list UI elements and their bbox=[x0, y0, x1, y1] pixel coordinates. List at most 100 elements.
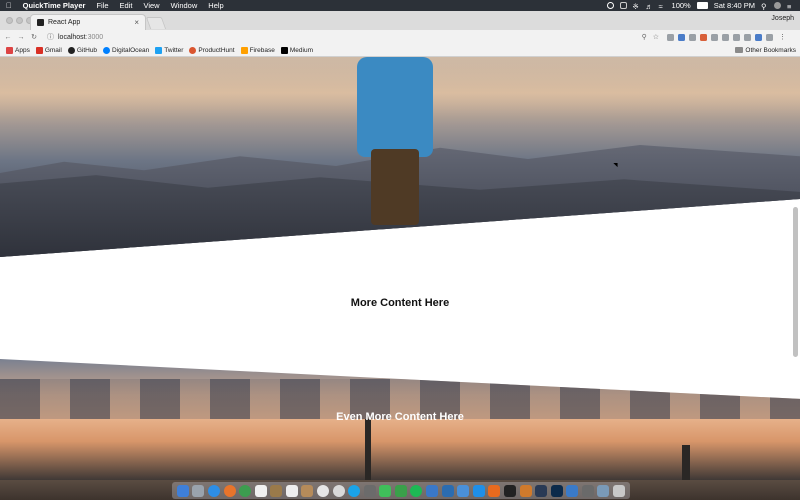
bookmark-gmail[interactable]: Gmail bbox=[35, 46, 62, 54]
menu-window[interactable]: Window bbox=[171, 1, 198, 10]
extension-icon[interactable] bbox=[755, 33, 762, 41]
profile-name[interactable]: Joseph bbox=[771, 15, 794, 22]
apple-icon[interactable]:  bbox=[6, 1, 12, 10]
battery-percent: 100% bbox=[671, 1, 691, 10]
contacts-icon[interactable] bbox=[301, 484, 314, 497]
extension-icon[interactable] bbox=[689, 33, 696, 41]
twitter-icon bbox=[155, 46, 163, 54]
even-more-content-heading: Even More Content Here bbox=[336, 411, 464, 423]
bookmark-apps[interactable]: Apps bbox=[6, 46, 30, 54]
spotlight-icon[interactable]: ⚲ bbox=[761, 2, 768, 11]
bookmarks-bar: Apps Gmail GitHub DigitalOcean Twitter P… bbox=[0, 44, 800, 57]
tower-silhouette bbox=[365, 419, 371, 480]
menu-view[interactable]: View bbox=[143, 1, 159, 10]
volume-icon[interactable]: ♬ bbox=[646, 2, 654, 11]
launchpad-icon[interactable] bbox=[192, 484, 205, 497]
finder-icon[interactable] bbox=[176, 484, 189, 497]
hero-mountain-image bbox=[0, 57, 800, 257]
skype-icon[interactable] bbox=[348, 484, 361, 497]
messages-icon[interactable] bbox=[379, 484, 392, 497]
menu-help[interactable]: Help bbox=[208, 1, 223, 10]
extension-icon[interactable] bbox=[744, 33, 751, 41]
notification-center-icon[interactable]: ≡ bbox=[787, 2, 794, 11]
menu-clock[interactable]: Sat 8:40 PM bbox=[714, 1, 755, 10]
back-arrow-icon[interactable]: ← bbox=[3, 34, 13, 41]
spotify-icon[interactable] bbox=[410, 484, 423, 497]
xcode-icon[interactable] bbox=[426, 484, 439, 497]
record-icon[interactable] bbox=[606, 2, 614, 9]
page-info-icon[interactable]: ⓘ bbox=[47, 32, 54, 42]
window-minimize-button[interactable] bbox=[16, 17, 23, 24]
tab-close-icon[interactable]: × bbox=[134, 18, 139, 27]
app-icon[interactable] bbox=[519, 484, 532, 497]
browser-toolbar: ← → ↻ ⓘ localhost :3000 ⚲ ☆ ⋮ bbox=[0, 30, 800, 44]
wifi-icon[interactable]: ≈ bbox=[659, 2, 666, 11]
tab-title: React App bbox=[48, 19, 81, 26]
extension-icon[interactable] bbox=[667, 33, 674, 41]
menu-file[interactable]: File bbox=[96, 1, 108, 10]
reminders-icon[interactable] bbox=[285, 484, 298, 497]
bluetooth-icon[interactable]: ※ bbox=[633, 2, 640, 11]
reload-icon[interactable]: ↻ bbox=[29, 33, 39, 41]
trash-icon[interactable] bbox=[612, 484, 625, 497]
safari-icon[interactable] bbox=[207, 484, 220, 497]
react-favicon-icon bbox=[37, 19, 44, 26]
menu-edit[interactable]: Edit bbox=[120, 1, 133, 10]
forward-arrow-icon[interactable]: → bbox=[16, 34, 26, 41]
chrome-icon[interactable] bbox=[239, 484, 252, 497]
extension-icons: ⋮ bbox=[667, 33, 786, 41]
photoshop-icon[interactable] bbox=[550, 484, 563, 497]
extension-icon[interactable] bbox=[766, 33, 773, 41]
terminal-icon[interactable] bbox=[503, 484, 516, 497]
bookmark-digitalocean[interactable]: DigitalOcean bbox=[103, 46, 149, 54]
quicktime-icon[interactable] bbox=[581, 484, 594, 497]
app-icon[interactable] bbox=[363, 484, 376, 497]
battery-icon[interactable] bbox=[696, 2, 708, 9]
gmail-icon bbox=[35, 46, 43, 54]
extension-icon[interactable] bbox=[700, 33, 707, 41]
chrome-menu-icon[interactable]: ⋮ bbox=[779, 33, 786, 41]
app-menu-quicktime[interactable]: QuickTime Player bbox=[23, 1, 86, 10]
itunes-icon[interactable] bbox=[332, 484, 345, 497]
photos-icon[interactable] bbox=[316, 484, 329, 497]
extension-icon[interactable] bbox=[722, 33, 729, 41]
dock-shelf bbox=[172, 482, 630, 499]
extension-icon[interactable] bbox=[733, 33, 740, 41]
bookmark-firebase[interactable]: Firebase bbox=[240, 46, 275, 54]
mac-menu-bar:  QuickTime Player File Edit View Window… bbox=[0, 0, 800, 11]
bookmark-star-icon[interactable]: ☆ bbox=[653, 33, 659, 41]
user-avatar-icon[interactable] bbox=[774, 2, 781, 9]
app-store-icon[interactable] bbox=[472, 484, 485, 497]
address-bar[interactable]: ⓘ localhost :3000 ⚲ ☆ bbox=[47, 31, 659, 43]
app-icon[interactable] bbox=[488, 484, 501, 497]
search-icon[interactable]: ⚲ bbox=[642, 33, 647, 41]
bookmark-twitter[interactable]: Twitter bbox=[155, 46, 183, 54]
tab-react-app[interactable]: React App × bbox=[30, 14, 146, 30]
app-icon[interactable] bbox=[566, 484, 579, 497]
new-tab-button[interactable] bbox=[145, 17, 167, 29]
facetime-icon[interactable] bbox=[394, 484, 407, 497]
menu-status-area: ※ ♬ ≈ 100% Sat 8:40 PM ⚲ ≡ bbox=[606, 1, 794, 11]
notes-icon[interactable] bbox=[270, 484, 283, 497]
bookmark-medium[interactable]: Medium bbox=[280, 46, 313, 54]
hero-person-figure bbox=[355, 57, 435, 227]
window-close-button[interactable] bbox=[6, 17, 13, 24]
firefox-icon[interactable] bbox=[223, 484, 236, 497]
calendar-icon[interactable] bbox=[254, 484, 267, 497]
folder-icon bbox=[735, 47, 744, 53]
vscode-icon[interactable] bbox=[441, 484, 454, 497]
bookmark-github[interactable]: GitHub bbox=[67, 46, 97, 54]
url-port: :3000 bbox=[85, 33, 104, 41]
app-icon[interactable] bbox=[457, 484, 470, 497]
folder-icon[interactable] bbox=[597, 484, 610, 497]
medium-icon bbox=[280, 46, 288, 54]
extension-icon[interactable] bbox=[711, 33, 718, 41]
url-host: localhost bbox=[58, 33, 86, 41]
creative-cloud-icon[interactable] bbox=[619, 2, 627, 9]
content-section: More Content Here bbox=[0, 237, 800, 387]
lightroom-icon[interactable] bbox=[535, 484, 548, 497]
other-bookmarks[interactable]: Other Bookmarks bbox=[735, 47, 796, 54]
bookmark-producthunt[interactable]: ProductHunt bbox=[189, 46, 235, 54]
page-scrollbar[interactable] bbox=[793, 207, 798, 357]
extension-icon[interactable] bbox=[678, 33, 685, 41]
